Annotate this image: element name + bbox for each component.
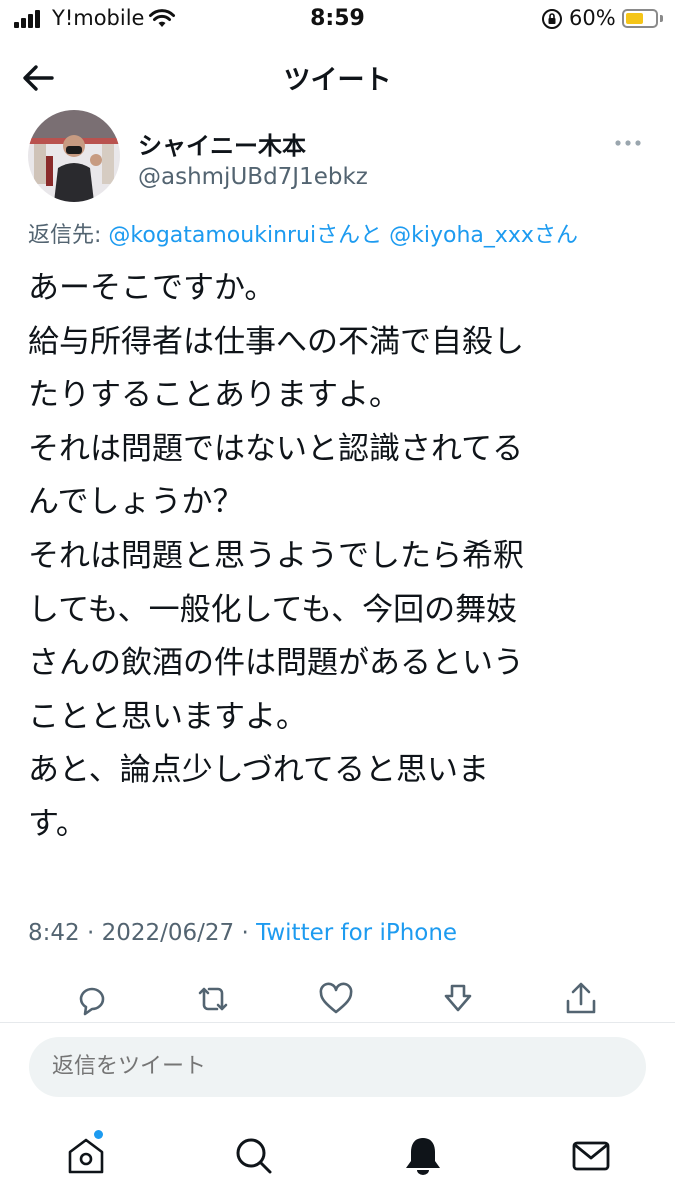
retweet-icon[interactable]	[193, 979, 233, 1019]
tweet-line: たりすることありますよ。	[28, 377, 400, 414]
reply-to-joiner: さんと	[316, 223, 383, 248]
download-icon[interactable]	[438, 979, 478, 1019]
reply-to: 返信先: @kogatamoukinruiさんと @kiyoha_xxxさん	[28, 217, 578, 249]
reply-to-suffix: さん	[533, 223, 578, 248]
notifications-icon[interactable]	[401, 1134, 445, 1178]
meta-separator: ·	[234, 920, 257, 946]
search-icon[interactable]	[232, 1134, 276, 1178]
battery-cap	[660, 15, 663, 22]
home-icon[interactable]	[64, 1134, 108, 1178]
tweet-line: あと、論点少しづれてると思いま	[28, 752, 489, 789]
rotation-lock-icon	[542, 9, 562, 29]
share-icon[interactable]	[561, 979, 601, 1019]
battery-level	[626, 13, 643, 24]
reply-icon[interactable]	[72, 979, 112, 1019]
tweet-line: す。	[28, 805, 87, 842]
divider	[0, 1022, 675, 1023]
more-options-icon[interactable]	[610, 130, 646, 156]
meta-separator: ·	[79, 920, 102, 946]
tweet-line: それは問題と思うようでしたら希釈	[28, 537, 524, 574]
reply-to-user-link[interactable]: @kogatamoukinrui	[108, 223, 316, 248]
tweet-line: さんの飲酒の件は問題があるという	[28, 645, 524, 682]
tweet-line: ことと思いますよ。	[28, 698, 307, 735]
battery-percentage: 60%	[569, 6, 616, 30]
tweet-line: 給与所得者は仕事への不満で自殺し	[28, 323, 524, 360]
tweet-time: 8:42	[28, 920, 80, 946]
reply-to-prefix: 返信先:	[28, 223, 109, 248]
reply-box[interactable]	[29, 1037, 646, 1097]
avatar[interactable]	[28, 110, 120, 202]
tweet-text: あーそこですか。 給与所得者は仕事への不満で自殺し たりすることありますよ。 そ…	[28, 262, 628, 852]
battery-icon	[622, 9, 658, 28]
tweet-source-link[interactable]: Twitter for iPhone	[256, 920, 457, 946]
tweet-line: しても、一般化しても、今回の舞妓	[28, 591, 518, 628]
page-title: ツイート	[283, 65, 392, 96]
author-display-name[interactable]: シャイニー木本	[138, 126, 306, 161]
reply-input[interactable]	[52, 1037, 612, 1097]
tweet-line: んでしょうか？	[28, 484, 244, 521]
tweet-meta: 8:42 · 2022/06/27 · Twitter for iPhone	[28, 920, 457, 946]
home-notification-dot	[94, 1130, 103, 1139]
reply-to-user-link[interactable]: @kiyoha_xxx	[389, 223, 534, 248]
tweet-date: 2022/06/27	[101, 920, 235, 946]
author-handle[interactable]: @ashmjUBd7J1ebkz	[138, 164, 368, 190]
messages-icon[interactable]	[569, 1134, 613, 1178]
tweet-line: それは問題ではないと認識されてる	[28, 430, 524, 467]
tweet-line: あーそこですか。	[28, 270, 276, 306]
like-icon[interactable]	[316, 979, 356, 1019]
